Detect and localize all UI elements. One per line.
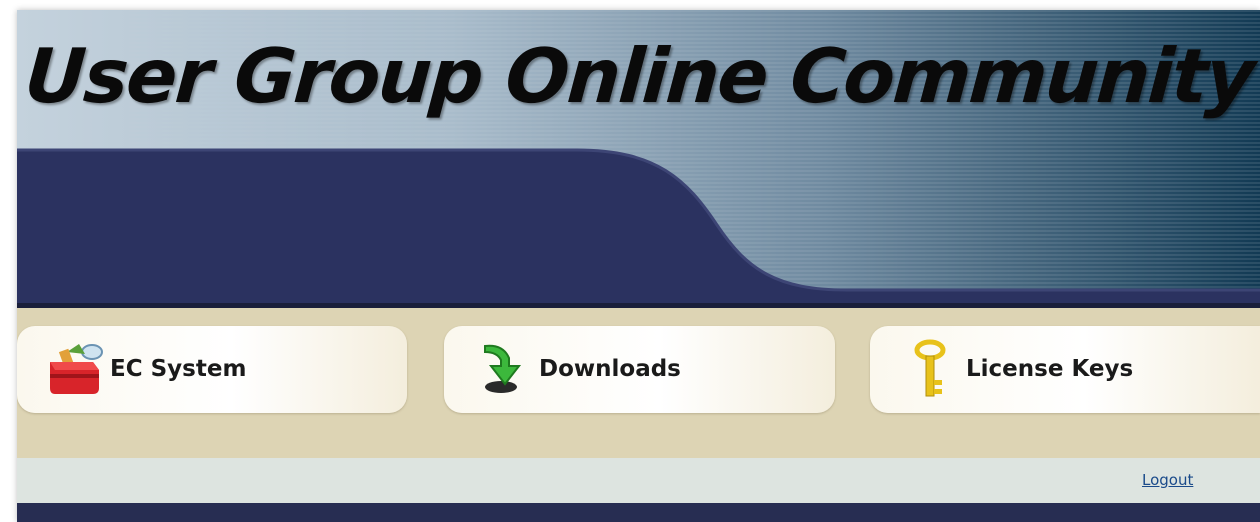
nav-item-license-keys[interactable]: License Keys: [870, 326, 1260, 413]
page-container: User Group Online Community EC System Do…: [17, 10, 1260, 522]
footer-strip: [17, 503, 1260, 522]
nav-item-downloads[interactable]: Downloads: [444, 326, 835, 413]
nav-item-label: License Keys: [966, 356, 1134, 382]
nav-item-ec-system[interactable]: EC System: [17, 326, 407, 413]
toolbox-icon: [50, 344, 103, 394]
key-icon: [914, 339, 946, 397]
header-banner: User Group Online Community: [17, 10, 1260, 308]
logout-link[interactable]: Logout: [1142, 471, 1193, 489]
nav-item-label: Downloads: [539, 356, 681, 382]
nav-item-label: EC System: [110, 356, 247, 382]
site-title: User Group Online Community: [21, 32, 1256, 120]
download-arrow-icon: [484, 344, 522, 393]
main-nav: EC System Downloads License Keys: [17, 308, 1260, 458]
user-toolbar: Logout: [17, 458, 1260, 503]
